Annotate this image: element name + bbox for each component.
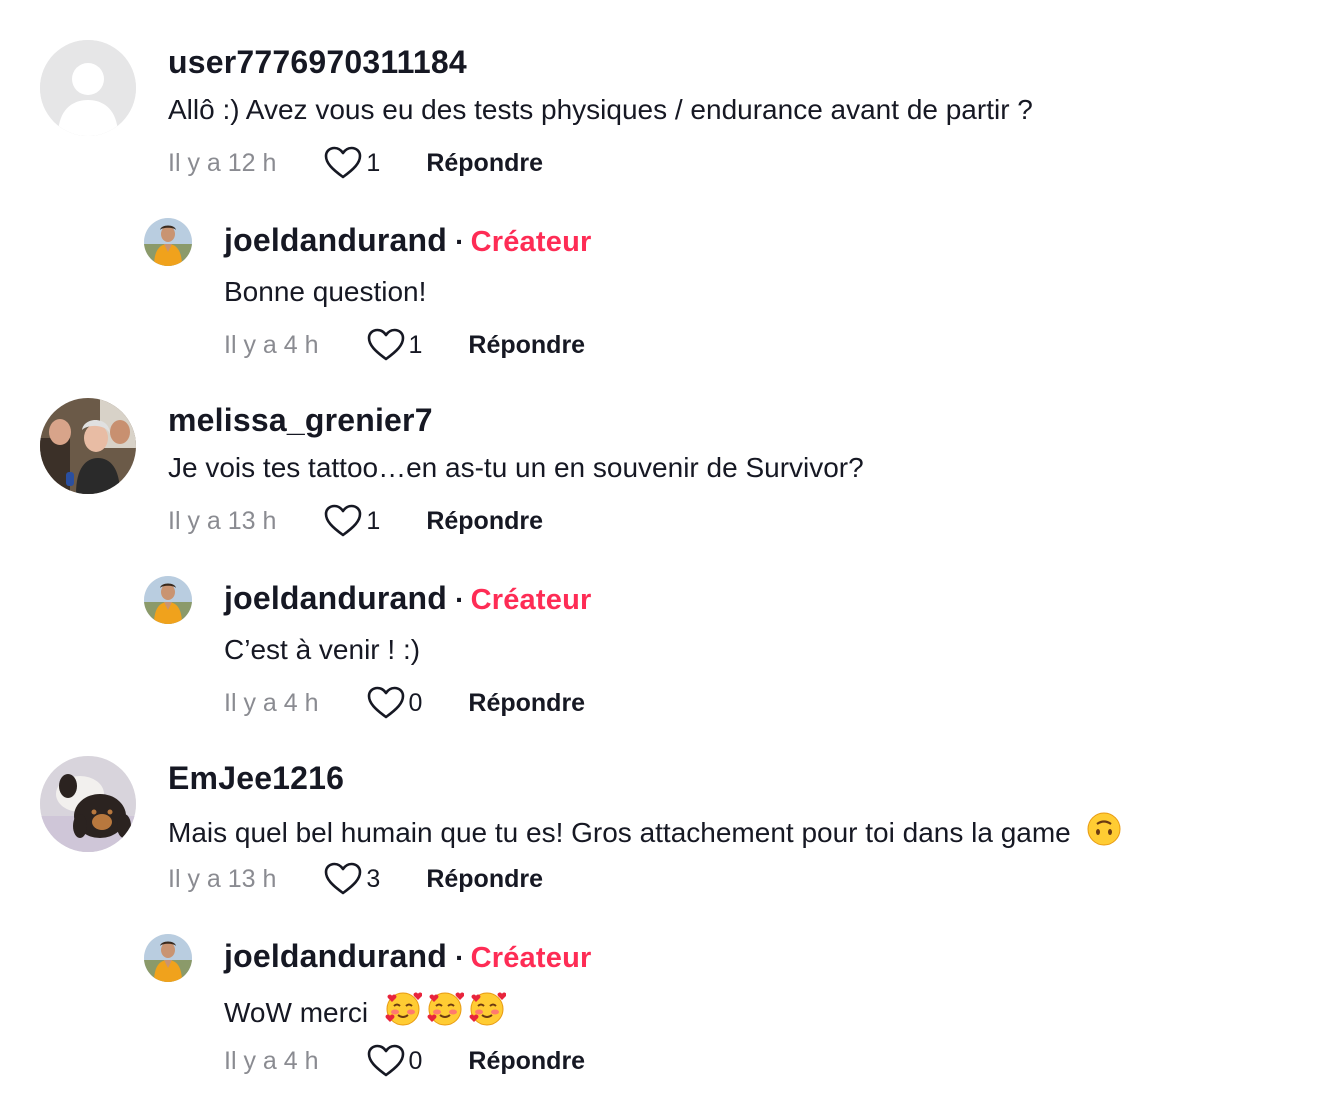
heart-icon[interactable] bbox=[324, 146, 362, 180]
smiling-face-with-hearts-emoji bbox=[426, 990, 464, 1028]
reply-text: WoW merci bbox=[224, 990, 506, 1029]
like-button[interactable]: 1 bbox=[324, 146, 380, 180]
heart-icon[interactable] bbox=[367, 686, 405, 720]
reply-button[interactable]: Répondre bbox=[468, 689, 585, 718]
reply-button[interactable]: Répondre bbox=[426, 507, 543, 536]
default-avatar-icon[interactable] bbox=[40, 40, 136, 136]
creator-avatar[interactable] bbox=[144, 934, 192, 982]
reply-username[interactable]: joeldandurand bbox=[224, 580, 447, 616]
reply-button[interactable]: Répondre bbox=[426, 149, 543, 178]
reply-time: Il y a 4 h bbox=[224, 1046, 319, 1075]
creator-badge: Créateur bbox=[470, 226, 592, 258]
dog-photo-avatar[interactable] bbox=[40, 756, 136, 852]
comment-time: Il y a 13 h bbox=[168, 506, 277, 535]
creator-badge: Créateur bbox=[470, 584, 592, 616]
comment-time: Il y a 13 h bbox=[168, 864, 277, 893]
separator-dot: · bbox=[455, 942, 465, 973]
reply-text-content: WoW merci bbox=[224, 997, 369, 1028]
comment-text-content: Mais quel bel humain que tu es! Gros att… bbox=[168, 817, 1071, 848]
heart-icon[interactable] bbox=[367, 1044, 405, 1078]
comment-text: Allô :) Avez vous eu des tests physiques… bbox=[168, 94, 1033, 125]
reply-username[interactable]: joeldandurand bbox=[224, 222, 447, 258]
reply-header: joeldandurand · Créateur bbox=[224, 222, 591, 259]
like-count: 0 bbox=[408, 1046, 423, 1075]
like-button[interactable]: 1 bbox=[324, 504, 380, 538]
separator-dot: · bbox=[455, 226, 465, 257]
comment-meta: Il y a 12 h 1 Répondre bbox=[168, 146, 543, 180]
reply-meta: Il y a 4 h 0 Répondre bbox=[224, 1044, 585, 1078]
group-photo-avatar[interactable] bbox=[40, 398, 136, 494]
like-button[interactable]: 3 bbox=[324, 862, 380, 896]
reply-time: Il y a 4 h bbox=[224, 688, 319, 717]
comment-username[interactable]: user7776970311184 bbox=[168, 44, 467, 81]
reply-header: joeldandurand · Créateur bbox=[224, 938, 591, 975]
reply-username[interactable]: joeldandurand bbox=[224, 938, 447, 974]
like-count: 1 bbox=[366, 148, 381, 177]
like-count: 3 bbox=[366, 864, 381, 893]
reply-meta: Il y a 4 h 1 Répondre bbox=[224, 328, 585, 362]
heart-icon[interactable] bbox=[324, 504, 362, 538]
separator-dot: · bbox=[455, 584, 465, 615]
heart-icon[interactable] bbox=[324, 862, 362, 896]
comment-username[interactable]: melissa_grenier7 bbox=[168, 402, 433, 439]
upside-down-face-emoji bbox=[1087, 812, 1121, 846]
heart-icon[interactable] bbox=[367, 328, 405, 362]
reply-text: Bonne question! bbox=[224, 276, 427, 307]
comment-username[interactable]: EmJee1216 bbox=[168, 760, 344, 797]
like-button[interactable]: 0 bbox=[367, 1044, 423, 1078]
reply-button[interactable]: Répondre bbox=[468, 1047, 585, 1076]
reply-button[interactable]: Répondre bbox=[468, 331, 585, 360]
like-button[interactable]: 1 bbox=[367, 328, 423, 362]
comment-meta: Il y a 13 h 3 Répondre bbox=[168, 862, 543, 896]
comment-text: Mais quel bel humain que tu es! Gros att… bbox=[168, 810, 1123, 849]
reply-button[interactable]: Répondre bbox=[426, 865, 543, 894]
smiling-face-with-hearts-emoji bbox=[468, 990, 506, 1028]
comment-meta: Il y a 13 h 1 Répondre bbox=[168, 504, 543, 538]
reply-header: joeldandurand · Créateur bbox=[224, 580, 591, 617]
like-button[interactable]: 0 bbox=[367, 686, 423, 720]
creator-badge: Créateur bbox=[470, 942, 592, 974]
reply-time: Il y a 4 h bbox=[224, 330, 319, 359]
like-count: 0 bbox=[408, 688, 423, 717]
smiling-face-with-hearts-emoji bbox=[384, 990, 422, 1028]
reply-meta: Il y a 4 h 0 Répondre bbox=[224, 686, 585, 720]
like-count: 1 bbox=[366, 506, 381, 535]
like-count: 1 bbox=[408, 330, 423, 359]
reply-text: C’est à venir ! :) bbox=[224, 634, 421, 665]
creator-avatar[interactable] bbox=[144, 218, 192, 266]
comment-text: Je vois tes tattoo…en as-tu un en souven… bbox=[168, 452, 864, 483]
creator-avatar[interactable] bbox=[144, 576, 192, 624]
comment-time: Il y a 12 h bbox=[168, 148, 277, 177]
